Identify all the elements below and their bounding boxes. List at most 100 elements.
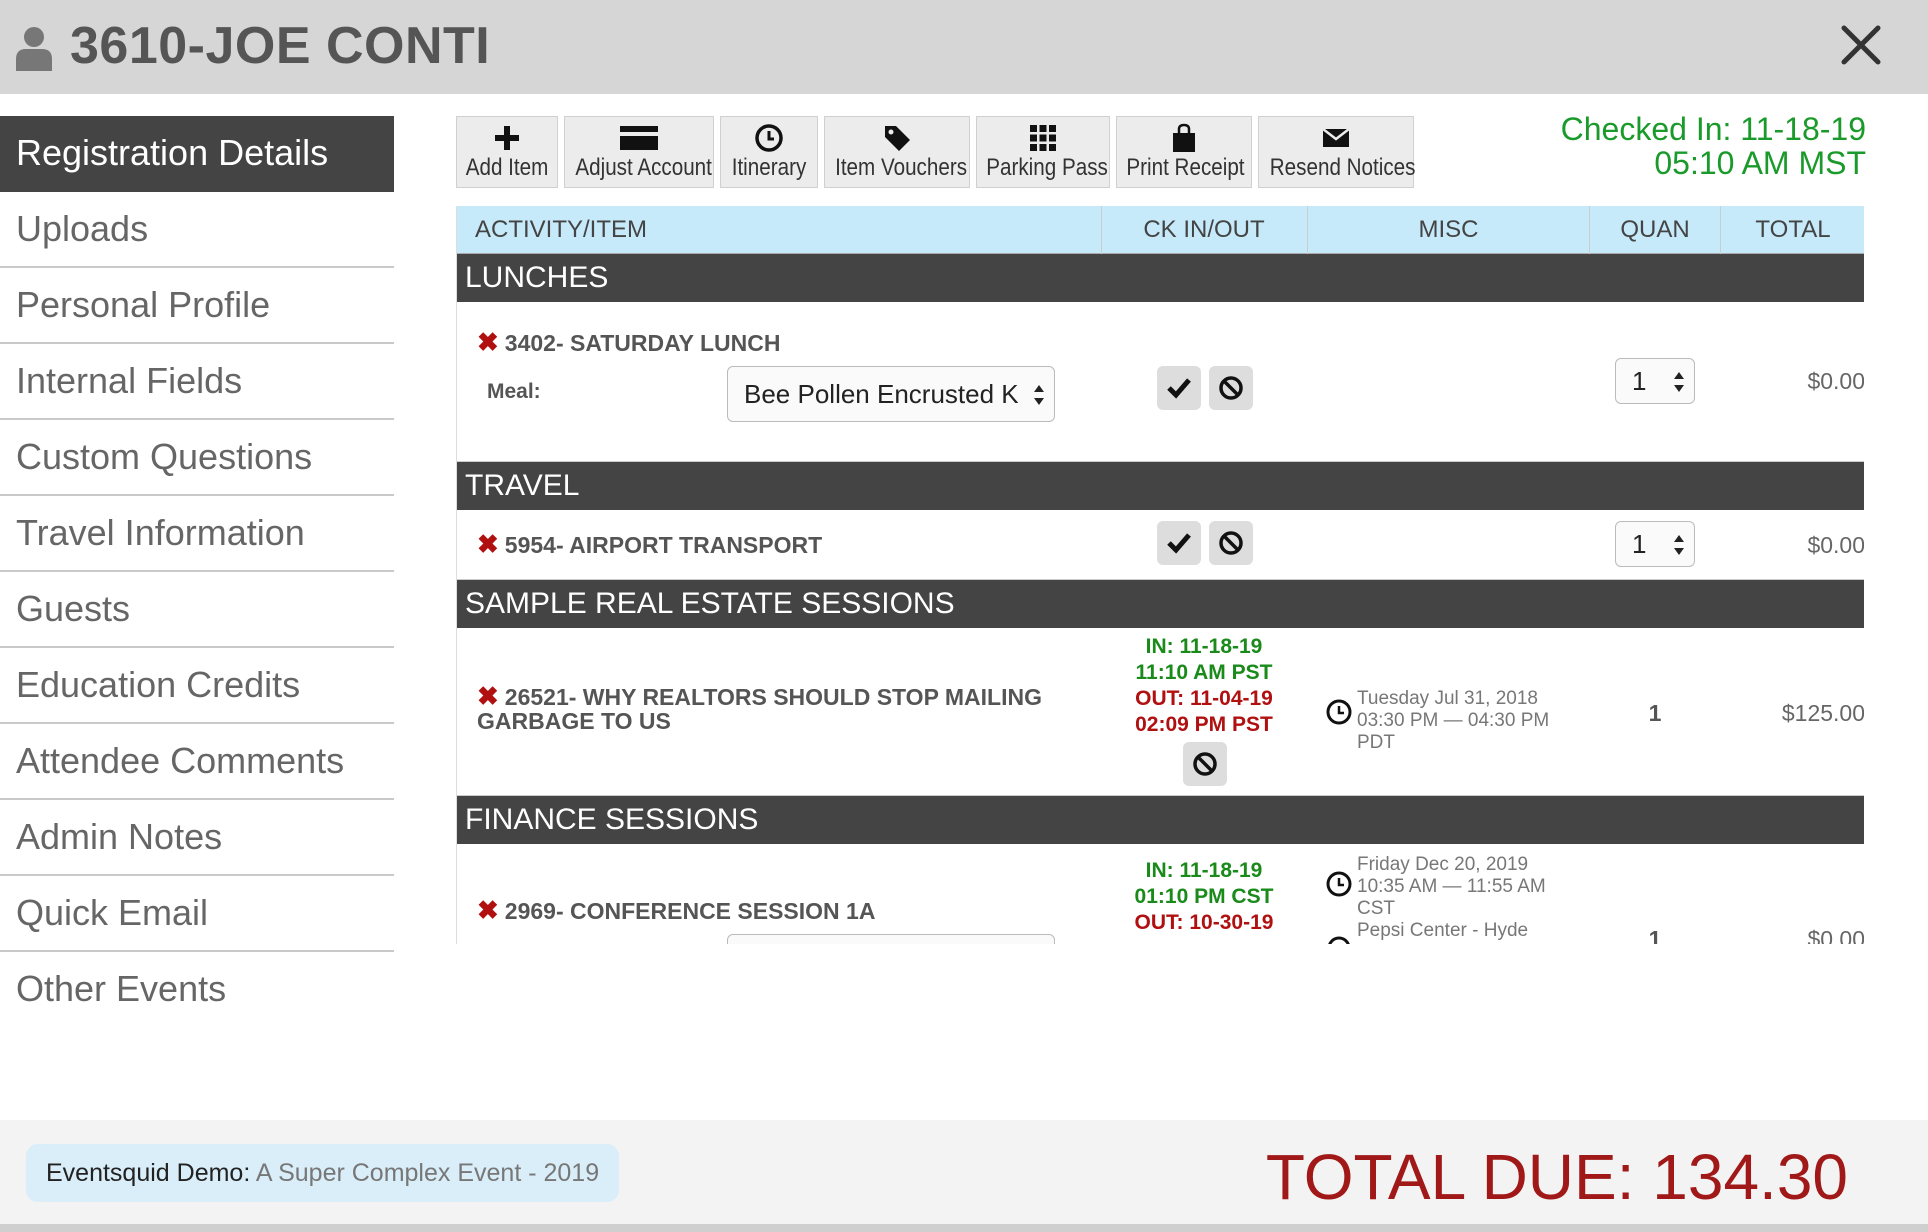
delete-x-icon[interactable]: ✖ xyxy=(477,327,499,357)
event-badge: Eventsquid Demo: A Super Complex Event -… xyxy=(26,1144,620,1202)
checked-in-status: Checked In: 11-18-19 05:10 AM MST xyxy=(1561,112,1866,180)
section-travel: TRAVEL xyxy=(457,462,1864,510)
table-row: ✖ 26521- WHY REALTORS SHOULD STOP MAILING… xyxy=(457,628,1864,796)
sidebar-item-education-credits[interactable]: Education Credits xyxy=(0,648,394,724)
item-name-text: 3402- SATURDAY LUNCH xyxy=(504,330,781,356)
sidebar-item-personal-profile[interactable]: Personal Profile xyxy=(0,268,394,344)
sidebar-item-guests[interactable]: Guests xyxy=(0,572,394,648)
quantity-value: 1 xyxy=(1648,700,1662,726)
meal-select[interactable]: Bee Pollen Encrusted K xyxy=(727,366,1055,422)
section-sample-real-estate-sessions: SAMPLE REAL ESTATE SESSIONS xyxy=(457,580,1864,628)
user-icon xyxy=(16,27,52,71)
header-total: TOTAL xyxy=(1755,216,1831,243)
sidebar-item-travel-information[interactable]: Travel Information xyxy=(0,496,394,572)
check-in-button[interactable] xyxy=(1157,366,1201,410)
print-receipt-button[interactable]: Print Receipt xyxy=(1116,116,1252,188)
session-schedule: Friday Dec 20, 2019 10:35 AM — 11:55 AM … xyxy=(1357,854,1546,942)
ban-icon xyxy=(1219,376,1243,400)
item-total: $125.00 xyxy=(1781,700,1864,726)
check-in-date: IN: 11-18-19 xyxy=(1145,635,1263,658)
modal-footer: Eventsquid Demo: A Super Complex Event -… xyxy=(0,1120,1928,1232)
delete-x-icon[interactable]: ✖ xyxy=(477,895,499,925)
sidebar-item-quick-email[interactable]: Quick Email xyxy=(0,876,394,952)
cancel-checkin-button[interactable] xyxy=(1209,366,1253,410)
section-finance-sessions: FINANCE SESSIONS xyxy=(457,796,1864,844)
delete-x-icon[interactable]: ✖ xyxy=(477,681,499,711)
location-icon xyxy=(1328,936,1350,944)
shopping-bag-icon xyxy=(1173,123,1195,152)
header-ck-in-out: CK IN/OUT xyxy=(1143,216,1265,243)
tag-icon xyxy=(885,126,910,151)
add-item-button[interactable]: Add Item xyxy=(456,116,558,188)
item-total: $0.00 xyxy=(1807,368,1864,394)
attendee-title: 3610-JOE CONTI xyxy=(70,17,491,75)
quantity-select[interactable]: 1 xyxy=(1615,521,1695,567)
session-time: 03:30 PM — 04:30 PM xyxy=(1357,710,1550,731)
parking-pass-label: Parking Pass xyxy=(986,154,1108,181)
clock-icon xyxy=(1326,871,1352,897)
session-location: Pepsi Center - Hyde xyxy=(1357,920,1529,941)
session-time: 10:35 AM — 11:55 AM xyxy=(1357,876,1546,897)
item-name: ✖ 2969- CONFERENCE SESSION 1A xyxy=(477,895,876,925)
check-in-out-times: IN: 11-18-19 01:10 PM CST OUT: 10-30-19 xyxy=(1101,858,1307,936)
cancel-checkin-button[interactable] xyxy=(1209,521,1253,565)
sidebar-nav: Registration Details Uploads Personal Pr… xyxy=(0,116,394,1028)
sidebar-item-admin-notes[interactable]: Admin Notes xyxy=(0,800,394,876)
meal-select-value: Bee Pollen Encrusted K xyxy=(744,379,1019,409)
check-in-out-times: IN: 11-18-19 11:10 AM PST OUT: 11-04-19 … xyxy=(1101,634,1307,738)
bottom-edge xyxy=(0,1224,1928,1232)
sidebar-item-registration-details[interactable]: Registration Details xyxy=(0,116,394,192)
check-in-button[interactable] xyxy=(1157,521,1201,565)
resend-notices-button[interactable]: Resend Notices xyxy=(1258,116,1416,188)
table-row: ✖ 5954- AIRPORT TRANSPORT 1 $0.00 xyxy=(457,510,1864,580)
item-name-line1: 26521- WHY REALTORS SHOULD STOP MAILING xyxy=(504,684,1042,710)
sidebar-item-internal-fields[interactable]: Internal Fields xyxy=(0,344,394,420)
header-quan: QUAN xyxy=(1620,216,1690,243)
ban-icon xyxy=(1219,531,1243,555)
sidebar-item-attendee-comments[interactable]: Attendee Comments xyxy=(0,724,394,800)
event-name: A Super Complex Event - 2019 xyxy=(250,1159,600,1187)
quantity-value: 1 xyxy=(1648,926,1662,944)
adjust-account-label: Adjust Account xyxy=(575,154,712,181)
item-vouchers-label: Item Vouchers xyxy=(835,154,968,181)
check-in-time: 01:10 PM CST xyxy=(1134,885,1274,908)
print-receipt-label: Print Receipt xyxy=(1126,154,1245,181)
item-name-text: 2969- CONFERENCE SESSION 1A xyxy=(504,898,876,924)
meal-label: Meal: xyxy=(487,380,541,403)
clock-icon xyxy=(755,124,783,152)
sidebar-item-uploads[interactable]: Uploads xyxy=(0,192,394,268)
check-in-time: 11:10 AM PST xyxy=(1135,661,1273,684)
session-timezone: CST xyxy=(1357,898,1395,919)
item-name-line2: GARBAGE TO US xyxy=(477,708,671,734)
plus-icon xyxy=(495,126,519,150)
clock-icon xyxy=(1326,699,1352,725)
envelope-icon xyxy=(1322,128,1350,147)
resend-notices-label: Resend Notices xyxy=(1269,154,1416,181)
quantity-select[interactable]: 1 xyxy=(1615,358,1695,404)
check-out-date: OUT: 10-30-19 xyxy=(1134,911,1274,934)
session-date: Tuesday Jul 31, 2018 xyxy=(1357,688,1538,709)
item-name-text: 5954- AIRPORT TRANSPORT xyxy=(504,532,823,558)
sidebar-item-custom-questions[interactable]: Custom Questions xyxy=(0,420,394,496)
registration-items-table: ACTIVITY/ITEM CK IN/OUT MISC QUAN TOTAL … xyxy=(456,206,1864,944)
item-total: $0.00 xyxy=(1807,532,1864,558)
cancel-checkin-button[interactable] xyxy=(1183,742,1227,786)
sidebar-item-other-events[interactable]: Other Events xyxy=(0,952,394,1028)
checked-in-time: 05:10 AM MST xyxy=(1654,145,1866,181)
total-due: TOTAL DUE: 134.30 xyxy=(1265,1141,1848,1213)
parking-pass-button[interactable]: Parking Pass xyxy=(976,116,1110,188)
close-icon[interactable] xyxy=(1836,20,1886,70)
session-timezone: PDT xyxy=(1357,732,1395,753)
credit-card-icon xyxy=(620,126,658,150)
item-name: ✖ 26521- WHY REALTORS SHOULD STOP MAILING… xyxy=(477,681,1042,734)
session-select[interactable] xyxy=(727,934,1055,944)
itinerary-button[interactable]: Itinerary xyxy=(720,116,818,188)
select-arrows-icon xyxy=(1674,372,1684,392)
table-row: ✖ 3402- SATURDAY LUNCH Meal: Bee Pollen E… xyxy=(457,302,1864,462)
adjust-account-button[interactable]: Adjust Account xyxy=(564,116,714,188)
delete-x-icon[interactable]: ✖ xyxy=(477,529,499,559)
item-vouchers-button[interactable]: Item Vouchers xyxy=(824,116,970,188)
itinerary-label: Itinerary xyxy=(731,154,807,181)
header-misc: MISC xyxy=(1418,216,1479,243)
quantity-value: 1 xyxy=(1632,366,1647,396)
